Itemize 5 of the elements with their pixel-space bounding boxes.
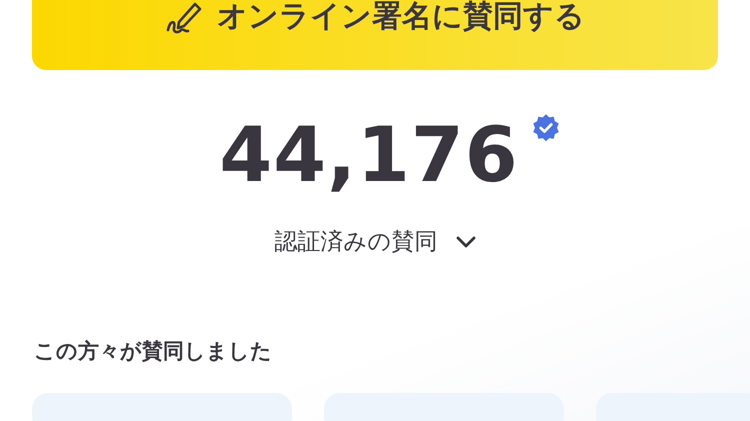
supporters-heading: この方々が賛同しました [34, 338, 273, 365]
verified-filter-dropdown[interactable]: 認証済みの賛同 [274, 226, 476, 257]
chevron-down-icon [456, 236, 476, 248]
sign-button[interactable]: オンライン署名に賛同する [32, 0, 718, 70]
signature-count: 44,176 [219, 110, 519, 200]
